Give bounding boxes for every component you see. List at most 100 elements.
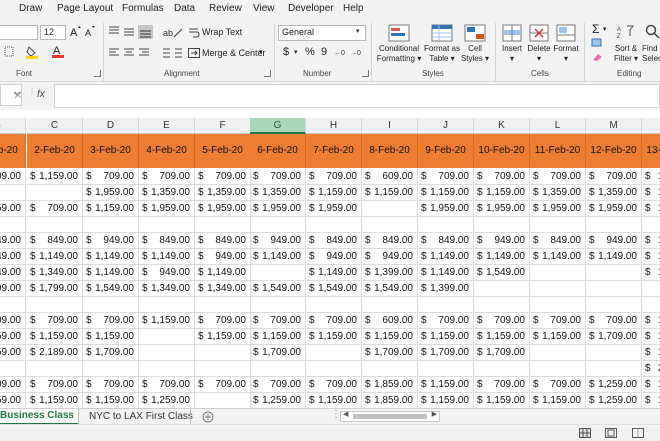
wrap-text-button[interactable]: Wrap Text bbox=[202, 27, 242, 37]
price-cell[interactable]: $849.00 bbox=[27, 233, 83, 249]
date-header-cell[interactable]: 4-Feb-20 bbox=[139, 134, 195, 168]
price-cell[interactable]: $1,399.00 bbox=[362, 265, 418, 281]
price-cell[interactable]: $949.00 bbox=[474, 233, 530, 249]
price-cell[interactable]: $1,159.00 bbox=[195, 329, 251, 345]
tab-developer[interactable]: Developer bbox=[288, 3, 334, 14]
price-cell[interactable] bbox=[83, 217, 139, 233]
tab-formulas[interactable]: Formulas bbox=[122, 3, 164, 14]
tab-review[interactable]: Review bbox=[209, 3, 242, 14]
price-cell[interactable]: $709.00 bbox=[195, 377, 251, 393]
price-cell[interactable] bbox=[27, 217, 83, 233]
price-cell[interactable] bbox=[586, 217, 642, 233]
date-header-cell[interactable]: 3-Feb-20 bbox=[83, 134, 139, 168]
horizontal-align-icons[interactable] bbox=[108, 47, 154, 59]
price-cell[interactable]: $1 bbox=[642, 249, 660, 265]
price-cell[interactable] bbox=[0, 185, 26, 201]
price-cell[interactable] bbox=[139, 217, 195, 233]
price-cell[interactable]: $1,349.00 bbox=[27, 265, 83, 281]
price-cell[interactable]: $709.00 bbox=[474, 313, 530, 329]
price-cell[interactable]: $1,159.00 bbox=[83, 329, 139, 345]
sheet-tab-nyc-to-lax-first-class[interactable]: NYC to LAX First Class bbox=[89, 411, 193, 422]
column-header-d[interactable]: D bbox=[83, 118, 139, 134]
price-cell[interactable]: $1,799.00 bbox=[27, 281, 83, 297]
price-cell[interactable]: $1,359.00 bbox=[195, 185, 251, 201]
column-header-e[interactable]: E bbox=[139, 118, 195, 134]
price-cell[interactable]: $709.00 bbox=[306, 169, 362, 185]
price-cell[interactable]: 959.00 bbox=[0, 201, 26, 217]
date-header-cell[interactable]: 6-Feb-20 bbox=[250, 134, 306, 168]
price-cell[interactable]: $709.00 bbox=[250, 169, 306, 185]
wrap-text-icon[interactable] bbox=[188, 27, 200, 39]
price-cell[interactable]: $709.00 bbox=[306, 377, 362, 393]
price-cell[interactable]: $1 bbox=[642, 329, 660, 345]
price-cell[interactable] bbox=[250, 217, 306, 233]
price-cell[interactable] bbox=[195, 297, 251, 313]
price-cell[interactable]: $1,159.00 bbox=[27, 393, 83, 408]
price-cell[interactable] bbox=[0, 361, 26, 377]
fill-color-icon[interactable] bbox=[26, 45, 44, 59]
page-layout-view-icon[interactable] bbox=[605, 428, 617, 438]
price-cell[interactable]: $1,549.00 bbox=[306, 281, 362, 297]
format-as-table-icon[interactable] bbox=[431, 24, 453, 42]
price-cell[interactable]: $709.00 bbox=[418, 169, 474, 185]
price-cell[interactable]: $1,159.00 bbox=[418, 329, 474, 345]
conditional-formatting-icon[interactable] bbox=[388, 24, 410, 42]
column-header-m[interactable]: M bbox=[586, 118, 642, 134]
price-cell[interactable] bbox=[27, 297, 83, 313]
number-format-dropdown[interactable]: General bbox=[278, 25, 366, 41]
price-cell[interactable]: $1 bbox=[642, 377, 660, 393]
price-cell[interactable]: $1,959.00 bbox=[530, 201, 586, 217]
price-cell[interactable] bbox=[250, 297, 306, 313]
price-cell[interactable]: $949.00 bbox=[195, 249, 251, 265]
price-cell[interactable]: $1,399.00 bbox=[418, 281, 474, 297]
insert-cells-icon[interactable] bbox=[502, 24, 522, 42]
price-cell[interactable]: $709.00 bbox=[474, 377, 530, 393]
delete-cells-icon[interactable] bbox=[529, 24, 549, 42]
horizontal-scrollbar[interactable]: ◀ ▶ bbox=[340, 411, 440, 422]
price-cell[interactable]: $1,709.00 bbox=[250, 345, 306, 361]
date-header-cell[interactable]: 5-Feb-20 bbox=[195, 134, 251, 168]
column-header-f[interactable]: F bbox=[195, 118, 251, 134]
price-cell[interactable]: $1,959.00 bbox=[418, 201, 474, 217]
price-cell[interactable]: $1,149.00 bbox=[418, 249, 474, 265]
price-cell[interactable]: $2 bbox=[642, 361, 660, 377]
column-header-i[interactable]: I bbox=[362, 118, 418, 134]
price-cell[interactable]: $709.00 bbox=[306, 313, 362, 329]
price-cell[interactable]: $1,159.00 bbox=[250, 329, 306, 345]
price-cell[interactable]: $709.00 bbox=[195, 169, 251, 185]
price-cell[interactable]: $1 bbox=[642, 345, 660, 361]
price-cell[interactable]: $1,159.00 bbox=[418, 393, 474, 408]
price-cell[interactable]: $849.00 bbox=[362, 233, 418, 249]
price-cell[interactable]: $849.00 bbox=[306, 233, 362, 249]
scroll-right-icon[interactable]: ▶ bbox=[432, 410, 437, 418]
price-cell[interactable]: 159.00 bbox=[0, 329, 26, 345]
price-cell[interactable] bbox=[586, 265, 642, 281]
cell-styles-icon[interactable] bbox=[464, 24, 486, 42]
price-cell[interactable]: $1,359.00 bbox=[586, 185, 642, 201]
font-name-dropdown[interactable] bbox=[0, 25, 38, 40]
column-header-b[interactable]: B bbox=[0, 118, 26, 134]
price-cell[interactable] bbox=[530, 217, 586, 233]
merge-center-button[interactable]: Merge & Center bbox=[202, 48, 266, 58]
formula-input[interactable] bbox=[54, 84, 660, 108]
alignment-dialog-launcher-icon[interactable] bbox=[264, 70, 271, 77]
price-cell[interactable]: 849.00 bbox=[0, 233, 26, 249]
price-cell[interactable]: $1,159.00 bbox=[530, 329, 586, 345]
price-cell[interactable]: $709.00 bbox=[83, 313, 139, 329]
font-size-grow-shrink-icon[interactable]: A A bbox=[70, 26, 98, 38]
tab-page-layout[interactable]: Page Layout bbox=[57, 3, 113, 14]
column-header-g[interactable]: G bbox=[250, 118, 306, 134]
price-cell[interactable] bbox=[642, 297, 660, 313]
price-cell[interactable]: $1,349.00 bbox=[139, 281, 195, 297]
clear-eraser-icon[interactable] bbox=[591, 52, 603, 62]
price-cell[interactable]: $1,959.00 bbox=[250, 201, 306, 217]
date-header-cell[interactable]: 9-Feb-20 bbox=[418, 134, 474, 168]
price-cell[interactable]: $1,959.00 bbox=[586, 201, 642, 217]
price-cell[interactable] bbox=[418, 217, 474, 233]
price-cell[interactable]: $1,549.00 bbox=[362, 281, 418, 297]
price-cell[interactable] bbox=[586, 345, 642, 361]
insert-button[interactable]: Insert ▾ bbox=[497, 44, 527, 64]
price-cell[interactable]: $1 bbox=[642, 233, 660, 249]
sort-filter-icon[interactable]: AZ bbox=[617, 24, 635, 40]
price-cell[interactable]: $709.00 bbox=[418, 313, 474, 329]
